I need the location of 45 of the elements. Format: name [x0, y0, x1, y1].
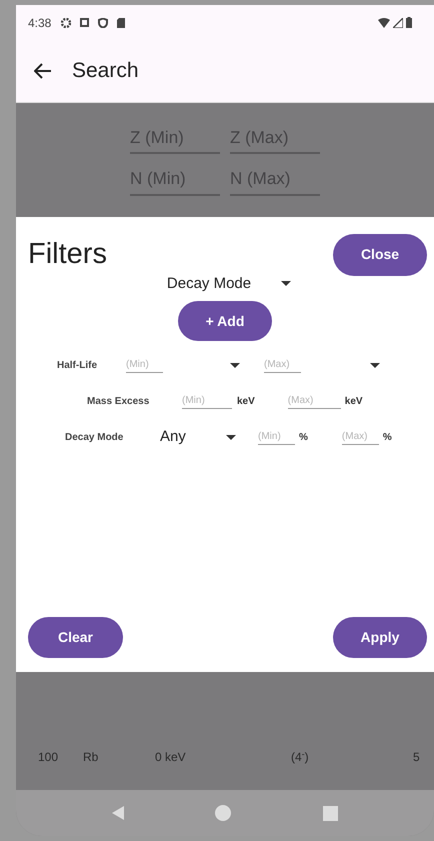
dropdown-field[interactable]: (Min)	[126, 357, 240, 373]
caret-icon	[230, 362, 240, 368]
table-cell-text: 0 keV	[155, 749, 187, 766]
status-time: 4:38	[28, 14, 52, 32]
wifi-icon	[378, 18, 390, 28]
input-field[interactable]: (Min)	[182, 393, 232, 409]
battery-icon	[406, 17, 412, 28]
close-button[interactable]: Close	[333, 234, 427, 276]
input-field[interactable]: (Max)	[288, 393, 341, 409]
signal-icon	[393, 18, 403, 28]
input-field[interactable]: (Max)	[342, 429, 379, 445]
caret-icon	[281, 281, 292, 286]
dropdown-field[interactable]: Any	[160, 426, 236, 448]
back-button[interactable]	[34, 62, 52, 80]
sd-card-icon	[117, 18, 126, 28]
shield-icon	[98, 18, 108, 28]
square-icon	[80, 18, 90, 27]
home-nav-icon[interactable]	[215, 805, 232, 821]
back-nav-icon[interactable]	[112, 806, 124, 820]
dropdown-field[interactable]: (Max)	[264, 357, 380, 373]
table-cell-text: 100	[38, 749, 60, 766]
unit-label: %	[382, 430, 392, 444]
input-field[interactable]: (Max)	[264, 357, 301, 373]
table-cell-text: 5	[413, 749, 420, 766]
screen-title: Search	[72, 58, 139, 84]
table-cell-text: Rb	[83, 749, 100, 766]
caret-icon	[370, 362, 380, 368]
back-arrow-icon	[34, 63, 52, 79]
unit-label: keV	[344, 394, 363, 408]
input-field[interactable]: (Min)	[258, 429, 295, 445]
decay-mode-dropdown[interactable]: Decay Mode	[166, 272, 292, 295]
gear-icon	[61, 18, 72, 28]
add-button[interactable]: + Add	[178, 301, 272, 341]
caret-icon	[226, 434, 236, 440]
filter-label: Half-Life	[57, 358, 98, 372]
unit-label: keV	[237, 394, 255, 408]
filter-label: Mass Excess	[87, 394, 150, 408]
sheet-title: Filters	[28, 237, 107, 272]
apply-button[interactable]: Apply	[333, 617, 427, 658]
table-cell-text: (4$^{-}$)	[291, 748, 310, 766]
input-field[interactable]: (Min)	[126, 357, 163, 373]
filter-label: Decay Mode	[65, 430, 124, 444]
clear-button[interactable]: Clear	[28, 617, 123, 658]
unit-label: %	[299, 430, 308, 444]
recents-nav-icon[interactable]	[323, 806, 338, 820]
